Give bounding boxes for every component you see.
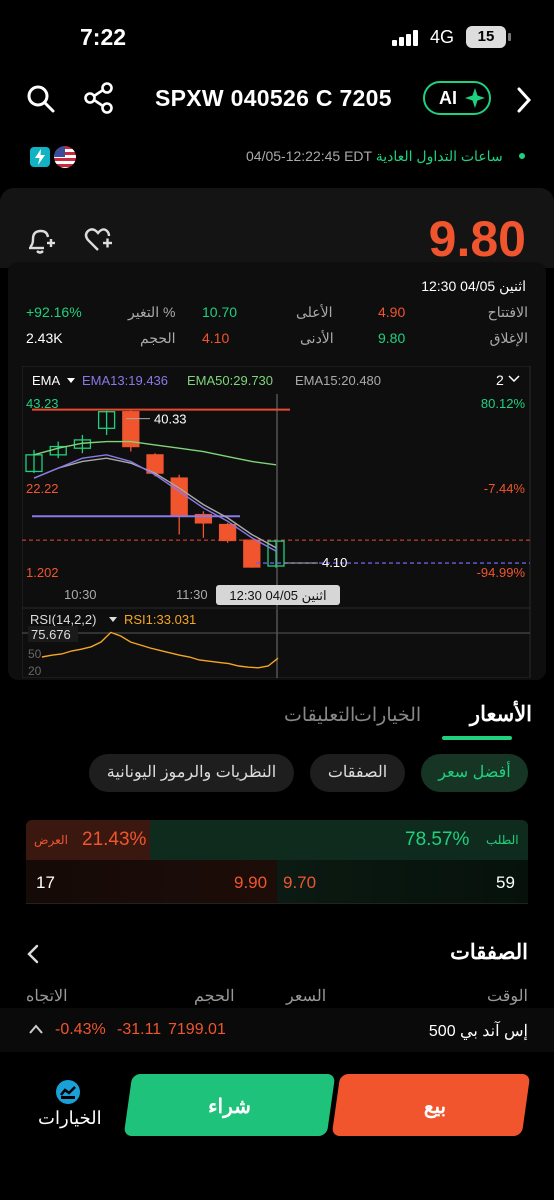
volume-label: الحجم: [140, 330, 176, 346]
rsi-level-20: 20: [28, 664, 42, 678]
bid-price: 9.70: [283, 873, 317, 892]
us-flag-icon: [54, 146, 76, 168]
col-volume: الحجم: [194, 988, 235, 1005]
volume-value: 2.43K: [26, 330, 63, 346]
high-label: الأعلى: [296, 304, 333, 320]
sparkle-icon: [465, 88, 485, 108]
ask-price: 9.90: [234, 873, 268, 892]
sell-label: بيع: [423, 1096, 447, 1118]
high-value: 10.70: [202, 304, 238, 320]
bid-ratio-bar: [150, 820, 528, 860]
ai-button[interactable]: AI: [423, 81, 491, 115]
col-time: الوقت: [487, 988, 528, 1005]
index-name: إس آند بي 500: [428, 1023, 528, 1040]
ask-percent: 21.43%: [82, 829, 147, 850]
tab-prices[interactable]: الأسعار: [470, 702, 532, 727]
rsi-top-value: 75.676: [31, 627, 71, 642]
timeframe-chevron-icon: [508, 375, 520, 383]
status-time: 7:22: [80, 24, 127, 50]
close-value: 9.80: [378, 330, 406, 346]
search-icon[interactable]: [26, 84, 56, 119]
chip-best-price[interactable]: أفضل سعر: [421, 754, 528, 792]
x-label-1030: 10:30: [64, 587, 97, 602]
change-pct-label: التغير %: [128, 304, 176, 320]
price-chart[interactable]: EMA EMA13:19.436 EMA50:29.730 EMA15:20.4…: [22, 366, 532, 678]
last-price: 9.80: [428, 211, 526, 267]
index-change: -31.11: [117, 1021, 162, 1038]
y-left-label-mid: 22.22: [26, 481, 59, 496]
session-info: 04/05-12:22:45 EDT ساعات التداول العادية: [246, 148, 503, 165]
ema15-label: EMA15:20.480: [295, 373, 381, 388]
ask-label: العرض: [34, 833, 68, 847]
ask-size: 17: [36, 873, 55, 892]
ema50-label: EMA50:29.730: [187, 373, 273, 388]
low-value: 4.10: [202, 330, 230, 346]
ai-label: AI: [439, 88, 457, 108]
indicator-caret-icon: [67, 378, 75, 383]
candles-layer: [25, 410, 285, 568]
open-label: الافتتاح: [487, 304, 528, 320]
y-right-label-bottom: -94.99%: [477, 565, 526, 580]
tab-options[interactable]: الخيارات: [354, 704, 421, 727]
col-price: السعر: [286, 988, 327, 1005]
buy-label: شراء: [208, 1096, 251, 1118]
timeframe-option[interactable]: 2: [496, 372, 504, 388]
share-icon[interactable]: [84, 82, 114, 119]
chevron-right-icon[interactable]: [516, 86, 532, 119]
chart-date: اثنين 04/05 12:30: [421, 278, 526, 294]
y-left-label-bottom: 1.202: [26, 565, 59, 580]
options-chart-icon[interactable]: [55, 1080, 81, 1109]
rsi-level-50: 50: [28, 647, 42, 661]
ema13-label: EMA13:19.436: [82, 373, 168, 388]
y-right-label-mid: -7.44%: [484, 481, 526, 496]
indicator-selector[interactable]: EMA: [32, 373, 61, 388]
index-change-pct: -0.43%: [55, 1021, 106, 1038]
rsi-label[interactable]: RSI(14,2,2): [30, 612, 96, 627]
high-marker-label: 40.33: [154, 412, 187, 427]
close-label: الإغلاق: [489, 330, 528, 346]
heart-add-icon[interactable]: [84, 226, 114, 259]
candle-body: [218, 523, 237, 542]
signal-icon: [392, 30, 422, 51]
y-right-label-top: 80.12%: [481, 396, 526, 411]
lightning-icon: [30, 147, 50, 167]
low-label: الأدنى: [300, 330, 334, 346]
order-book-row: [26, 860, 528, 904]
bid-percent: 78.57%: [405, 829, 470, 850]
chevron-left-icon[interactable]: [26, 944, 40, 969]
rsi-value: RSI1:33.031: [124, 612, 196, 627]
change-pct-value: +92.16%: [26, 304, 82, 320]
battery-icon: 15: [466, 26, 511, 48]
chip-trades[interactable]: الصفقات: [310, 754, 405, 792]
crosshair-time-label: 12:30 04/05 اثنين: [229, 588, 326, 604]
network-type: 4G: [430, 27, 455, 47]
session-status-dot: [519, 153, 525, 159]
tab-active-indicator: [442, 736, 512, 740]
last-marker-label: 4.10: [322, 555, 347, 570]
bid-label: الطلب: [486, 833, 519, 847]
rsi-caret-icon: [109, 617, 117, 622]
col-direction: الاتجاه: [26, 988, 68, 1005]
index-price: 7199.01: [168, 1021, 226, 1038]
bell-add-icon[interactable]: [26, 226, 56, 261]
symbol-title: SPXW 040526 C 7205: [155, 85, 392, 111]
options-nav-label[interactable]: الخيارات: [38, 1108, 102, 1129]
tab-comments[interactable]: التعليقات: [284, 704, 355, 727]
trades-title: الصفقات: [450, 941, 528, 964]
y-left-label-top: 43.23: [26, 396, 59, 411]
x-label-1130: 11:30: [176, 587, 208, 602]
session-label: ساعات التداول العادية: [375, 148, 503, 164]
overlay-layer: 40.33 4.10: [22, 394, 530, 678]
session-timestamp: 04/05-12:22:45 EDT: [246, 148, 372, 164]
bid-size: 59: [496, 873, 515, 892]
open-value: 4.90: [378, 304, 406, 320]
chevron-up-icon[interactable]: [28, 1022, 44, 1040]
chip-greeks[interactable]: النظريات والرموز اليونانية: [89, 754, 294, 792]
